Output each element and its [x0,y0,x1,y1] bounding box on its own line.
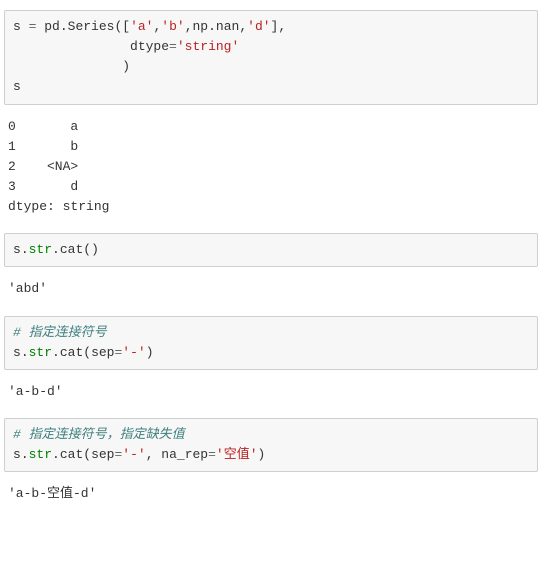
code-token: s [13,447,21,462]
code-token: np [193,19,209,34]
code-cell-3: # 指定连接符号 s.str.cat(sep='-') [4,316,538,370]
code-token: str [29,242,52,257]
code-token: = [208,447,216,462]
output-2: 'abd' [4,273,538,305]
code-cell-2: s.str.cat() [4,233,538,267]
output-line: 2 <NA> [8,159,78,174]
code-token: ) [91,242,99,257]
code-token: cat [60,345,83,360]
code-token: s [13,79,21,94]
code-token: . [21,345,29,360]
code-token: . [208,19,216,34]
code-token: 'a' [130,19,153,34]
code-token: na_rep [161,447,208,462]
code-token: cat [60,242,83,257]
code-token: ( [83,345,91,360]
code-token: cat [60,447,83,462]
code-cell-4: # 指定连接符号，指定缺失值 s.str.cat(sep='-', na_rep… [4,418,538,472]
code-indent [13,39,130,54]
code-token: ([ [114,19,130,34]
code-token: , [239,19,247,34]
code-token: . [52,242,60,257]
code-token: . [52,345,60,360]
code-token: s [13,345,21,360]
code-token: = [169,39,177,54]
code-cell-1: s = pd.Series(['a','b',np.nan,'d'], dtyp… [4,10,538,105]
code-token: pd [44,19,60,34]
code-token: . [21,447,29,462]
code-token: . [21,242,29,257]
output-line: 'abd' [8,281,47,296]
code-token: s [13,242,21,257]
code-token: dtype [130,39,169,54]
code-token: sep [91,345,114,360]
code-token: Series [68,19,115,34]
code-comment: # 指定连接符号，指定缺失值 [13,427,185,442]
code-token: ( [83,447,91,462]
output-line: 0 a [8,119,78,134]
code-token: str [29,345,52,360]
output-1: 0 a 1 b 2 <NA> 3 d dtype: string [4,111,538,224]
code-token: , [146,447,162,462]
code-token: s [13,19,21,34]
code-token: ) [146,345,154,360]
code-token: str [29,447,52,462]
output-4: 'a-b-空值-d' [4,478,538,510]
code-token: 'string' [177,39,239,54]
output-line: 'a-b-d' [8,384,63,399]
code-token: 'd' [247,19,270,34]
code-token: 'b' [161,19,184,34]
code-indent [13,59,122,74]
code-token: , [185,19,193,34]
code-token: = [21,19,44,34]
output-3: 'a-b-d' [4,376,538,408]
output-line: dtype: string [8,199,109,214]
code-token: ( [83,242,91,257]
code-token: '空值' [216,447,258,462]
code-token: . [52,447,60,462]
code-token: ], [271,19,287,34]
code-token: sep [91,447,114,462]
code-token: ) [258,447,266,462]
code-token: '-' [122,447,145,462]
output-line: 3 d [8,179,78,194]
code-token: . [60,19,68,34]
code-token: '-' [122,345,145,360]
output-line: 1 b [8,139,78,154]
code-token: ) [122,59,130,74]
code-comment: # 指定连接符号 [13,325,107,340]
code-token: nan [216,19,239,34]
output-line: 'a-b-空值-d' [8,486,96,501]
